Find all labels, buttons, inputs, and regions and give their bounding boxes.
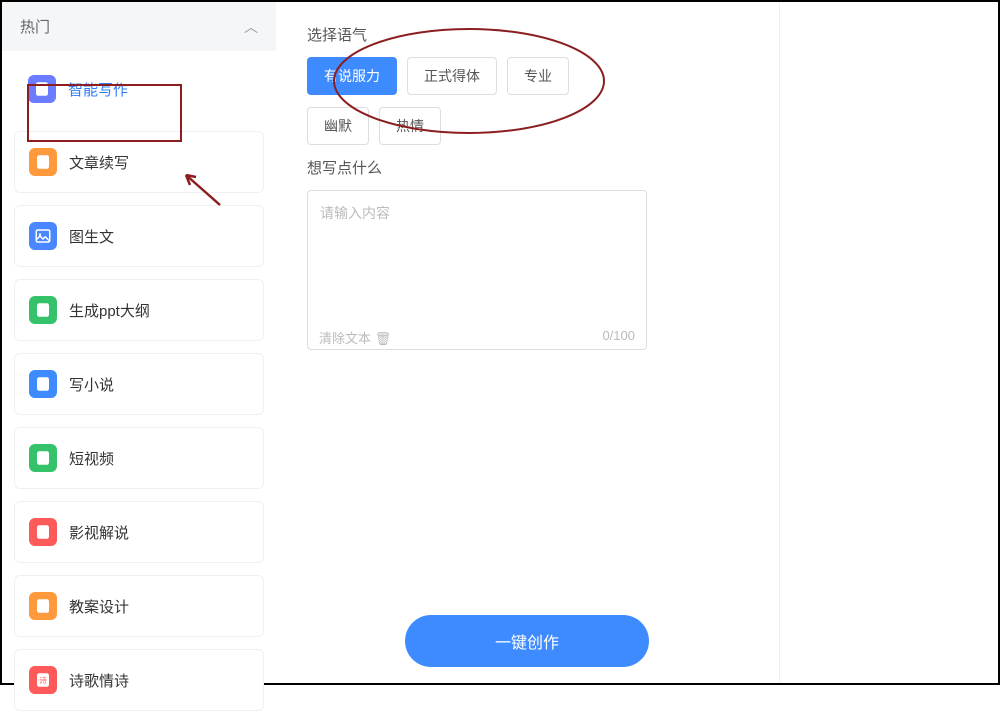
tone-row: 有说服力正式得体专业 xyxy=(307,57,968,95)
sidebar-item[interactable]: 智能写作 xyxy=(14,59,264,119)
tone-option[interactable]: 幽默 xyxy=(307,107,369,145)
sidebar-item-label: 教案设计 xyxy=(69,596,129,617)
sidebar-item-label: 智能写作 xyxy=(68,79,128,100)
sidebar-item[interactable]: 影视解说 xyxy=(14,501,264,563)
sidebar: 热门 ︿ 智能写作文章续写图生文生成ppt大纲写小说短视频影视解说教案设计诗诗歌… xyxy=(2,2,277,683)
content-section-label: 想写点什么 xyxy=(307,157,968,178)
sidebar-item[interactable]: 教案设计 xyxy=(14,575,264,637)
sidebar-item-label: 图生文 xyxy=(69,226,114,247)
sidebar-section-title: 热门 xyxy=(20,16,50,37)
sidebar-item-icon xyxy=(29,370,57,398)
sidebar-item[interactable]: 诗 诗歌情诗 xyxy=(14,649,264,711)
sidebar-item-label: 写小说 xyxy=(69,374,114,395)
main-panel: 选择语气 有说服力正式得体专业 幽默热情 想写点什么 清除文本 🗑 0/100 … xyxy=(277,2,998,683)
sidebar-item-icon xyxy=(29,222,57,250)
sidebar-item-label: 生成ppt大纲 xyxy=(69,300,150,321)
sidebar-item-icon xyxy=(29,518,57,546)
submit-area: 一键创作 xyxy=(307,615,747,667)
panel-divider xyxy=(779,2,780,683)
sidebar-item-label: 短视频 xyxy=(69,448,114,469)
svg-text:诗: 诗 xyxy=(39,675,47,685)
sidebar-item-icon xyxy=(29,592,57,620)
sidebar-section-header[interactable]: 热门 ︿ xyxy=(2,2,276,51)
chevron-up-icon: ︿ xyxy=(244,17,258,37)
sidebar-item[interactable]: 图生文 xyxy=(14,205,264,267)
content-textarea-wrap: 清除文本 🗑 0/100 xyxy=(307,190,968,355)
sidebar-item-icon xyxy=(29,148,57,176)
content-input[interactable] xyxy=(307,190,647,350)
sidebar-item-icon xyxy=(28,75,56,103)
sidebar-item-icon xyxy=(29,296,57,324)
sidebar-item-label: 影视解说 xyxy=(69,522,129,543)
submit-button[interactable]: 一键创作 xyxy=(405,615,649,667)
sidebar-item-label: 文章续写 xyxy=(69,152,129,173)
tone-option[interactable]: 专业 xyxy=(507,57,569,95)
tone-option[interactable]: 热情 xyxy=(379,107,441,145)
sidebar-item[interactable]: 短视频 xyxy=(14,427,264,489)
sidebar-item[interactable]: 生成ppt大纲 xyxy=(14,279,264,341)
sidebar-list: 智能写作文章续写图生文生成ppt大纲写小说短视频影视解说教案设计诗 诗歌情诗 xyxy=(2,51,276,711)
sidebar-item-icon: 诗 xyxy=(29,666,57,694)
sidebar-item-label: 诗歌情诗 xyxy=(69,670,129,691)
clear-text-button[interactable]: 清除文本 🗑 xyxy=(319,328,391,347)
sidebar-item[interactable]: 写小说 xyxy=(14,353,264,415)
sidebar-item-icon xyxy=(29,444,57,472)
tone-option[interactable]: 有说服力 xyxy=(307,57,397,95)
tone-row: 幽默热情 xyxy=(307,107,968,145)
tone-section-label: 选择语气 xyxy=(307,24,968,45)
sidebar-item[interactable]: 文章续写 xyxy=(14,131,264,193)
tone-option[interactable]: 正式得体 xyxy=(407,57,497,95)
